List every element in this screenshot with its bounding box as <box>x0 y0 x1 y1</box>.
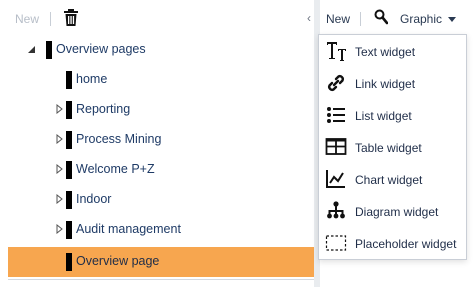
menu-item-label: Chart widget <box>355 173 423 187</box>
collapsed-arrow-icon[interactable] <box>54 193 64 205</box>
menu-item-list-widget[interactable]: List widget <box>319 99 466 131</box>
chart-icon <box>325 168 347 190</box>
collapsed-arrow-icon[interactable] <box>54 163 64 175</box>
tree-item-label: Reporting <box>76 102 131 116</box>
tree-item[interactable]: home <box>8 65 314 95</box>
node-marker <box>66 101 72 119</box>
menu-item-diagram-widget[interactable]: Diagram widget <box>319 195 466 227</box>
tree-item-label: Audit management <box>76 222 181 236</box>
menu-item-table-widget[interactable]: Table widget <box>319 131 466 163</box>
tree-item[interactable]: Indoor <box>8 185 314 215</box>
expanded-arrow-icon[interactable] <box>26 43 36 55</box>
node-marker <box>66 161 72 179</box>
tree-toolbar: New <box>0 0 314 34</box>
tree-item[interactable]: Process Mining <box>8 125 314 155</box>
toolbar-separator <box>360 12 361 26</box>
menu-item-text-widget[interactable]: Text widget <box>319 35 466 67</box>
tree-item-label: Overview pages <box>56 42 146 56</box>
node-marker <box>66 71 72 89</box>
new-button-disabled[interactable]: New <box>15 12 39 26</box>
tree-panel: New ‹ Overview pages home Reporting Process… <box>0 0 314 287</box>
collapsed-arrow-icon[interactable] <box>54 133 64 145</box>
graphic-dropdown-label: Graphic <box>400 12 443 26</box>
node-marker <box>46 41 52 59</box>
tree-item-label: Process Mining <box>76 132 162 146</box>
collapsed-arrow-icon[interactable] <box>54 223 64 235</box>
graphic-dropdown[interactable]: Graphic <box>400 12 457 26</box>
menu-item-label: Link widget <box>355 77 416 91</box>
toolbar-separator <box>50 12 51 26</box>
tree-item[interactable]: Reporting <box>8 95 314 125</box>
tree-item-label: home <box>76 72 108 86</box>
list-icon <box>325 104 347 126</box>
text-icon <box>325 40 347 62</box>
tree-item-label: Welcome P+Z <box>76 162 155 176</box>
magnifier-icon[interactable] <box>374 9 389 25</box>
node-marker <box>66 221 72 239</box>
placeholder-icon <box>325 232 347 254</box>
node-marker <box>66 253 72 271</box>
panel-bottom-border <box>8 279 314 280</box>
trash-icon[interactable] <box>63 9 79 27</box>
tree-item[interactable]: Audit management <box>8 215 314 245</box>
menu-item-label: List widget <box>355 109 412 123</box>
diagram-icon <box>325 200 347 222</box>
table-icon <box>325 136 347 158</box>
collapse-panel-icon[interactable]: ‹ <box>307 11 311 25</box>
widget-menu: Text widget Link widget List widget Table w… <box>318 34 467 260</box>
tree-item-label: Indoor <box>76 192 112 206</box>
node-marker <box>66 131 72 149</box>
menu-item-placeholder-widget[interactable]: Placeholder widget <box>319 227 466 259</box>
chevron-down-icon <box>448 16 457 22</box>
menu-item-label: Placeholder widget <box>355 237 457 251</box>
tree-item-label: Overview page <box>76 254 160 268</box>
tree-item[interactable]: Overview pages <box>8 35 314 65</box>
new-widget-button[interactable]: New <box>326 12 350 26</box>
node-marker <box>66 191 72 209</box>
collapsed-arrow-icon[interactable] <box>54 103 64 115</box>
menu-item-label: Diagram widget <box>355 205 439 219</box>
menu-item-link-widget[interactable]: Link widget <box>319 67 466 99</box>
link-icon <box>325 72 347 94</box>
menu-item-label: Table widget <box>355 141 422 155</box>
tree-item[interactable]: Overview page <box>8 247 314 277</box>
menu-item-label: Text widget <box>355 45 416 59</box>
menu-item-chart-widget[interactable]: Chart widget <box>319 163 466 195</box>
tree-item[interactable]: Welcome P+Z <box>8 155 314 185</box>
